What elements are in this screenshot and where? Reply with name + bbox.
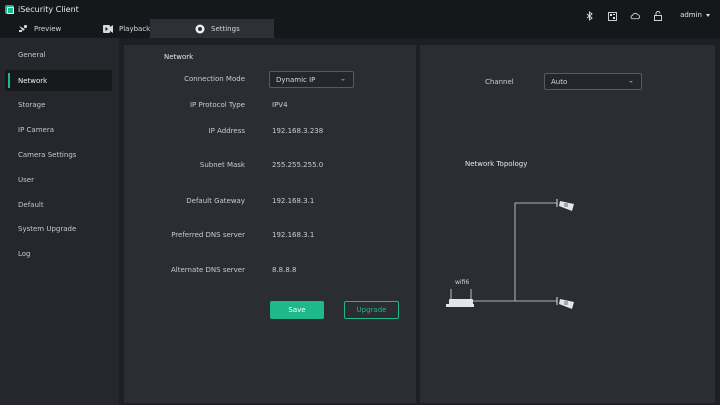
sidebar-item-general[interactable]: General	[5, 44, 112, 65]
alternate-dns-field[interactable]: 8.8.8.8	[272, 266, 297, 274]
camera-icon	[556, 199, 574, 211]
ip-address-label: IP Address	[208, 127, 245, 135]
topology-diagram	[446, 199, 574, 309]
subnet-mask-label: Subnet Mask	[199, 161, 245, 169]
gateway-field[interactable]: 192.168.3.1	[272, 197, 314, 205]
chevron-down-icon	[629, 81, 633, 83]
ip-protocol-label: IP Protocol Type	[189, 101, 245, 109]
qr-code-icon[interactable]	[607, 11, 617, 21]
upgrade-button[interactable]: Upgrade	[344, 301, 399, 319]
tab-preview[interactable]: Preview	[0, 19, 93, 38]
sidebar: General Network Storage IP Camera Camera…	[0, 38, 119, 405]
sidebar-item-label: Network	[18, 76, 48, 85]
sidebar-item-label: General	[18, 50, 46, 59]
sidebar-item-user[interactable]: User	[5, 169, 112, 190]
sidebar-item-label: User	[18, 175, 34, 184]
sidebar-item-label: Storage	[18, 100, 46, 109]
save-button[interactable]: Save	[270, 301, 324, 319]
sidebar-item-label: System Upgrade	[18, 224, 77, 233]
chevron-down-icon	[706, 13, 710, 17]
tab-playback-label: Playback	[119, 24, 151, 33]
sidebar-item-ip-camera[interactable]: IP Camera	[5, 119, 112, 140]
user-menu[interactable]: admin	[680, 11, 710, 19]
app-title: iSecurity Client	[5, 5, 79, 14]
sidebar-item-system-upgrade[interactable]: System Upgrade	[5, 218, 112, 239]
connection-mode-value: Dynamic IP	[276, 75, 316, 84]
main-tabs: Preview Playback Settings	[0, 19, 274, 38]
tab-settings-label: Settings	[211, 24, 240, 33]
camera-icon	[556, 297, 574, 309]
channel-select[interactable]: Auto	[544, 73, 642, 90]
bluetooth-icon[interactable]	[584, 11, 594, 21]
topology-title: Network Topology	[465, 160, 528, 168]
ip-protocol-value: IPV4	[272, 101, 288, 109]
gateway-label: Default Gateway	[186, 197, 245, 205]
lock-icon[interactable]	[653, 11, 663, 21]
connection-mode-label: Connection Mode	[184, 75, 245, 83]
sidebar-item-network[interactable]: Network	[5, 70, 112, 91]
topology-panel: Channel Auto Network Topology wifi6	[420, 45, 715, 403]
app-logo-icon	[5, 5, 14, 14]
connection-mode-select[interactable]: Dynamic IP	[269, 71, 354, 88]
sidebar-item-label: Camera Settings	[18, 150, 77, 159]
sidebar-item-storage[interactable]: Storage	[5, 94, 112, 115]
sidebar-item-label: Log	[18, 249, 31, 258]
sidebar-item-default[interactable]: Default	[5, 194, 112, 215]
router-icon	[446, 289, 474, 307]
alternate-dns-label: Alternate DNS server	[171, 266, 245, 274]
sidebar-item-log[interactable]: Log	[5, 243, 112, 264]
top-bar: iSecurity Client Preview Playback Settin…	[0, 0, 720, 38]
settings-icon	[195, 24, 205, 34]
preferred-dns-label: Preferred DNS server	[171, 231, 245, 239]
app-title-text: iSecurity Client	[18, 5, 79, 14]
channel-label: Channel	[485, 78, 514, 86]
tab-settings[interactable]: Settings	[150, 19, 274, 38]
preview-icon	[18, 24, 28, 33]
user-name: admin	[680, 11, 702, 19]
topology-lines	[471, 202, 557, 302]
section-title: Network	[164, 53, 194, 61]
tab-playback[interactable]: Playback	[93, 19, 150, 38]
sidebar-item-label: IP Camera	[18, 125, 54, 134]
network-settings-panel: Network Connection Mode Dynamic IP IP Pr…	[124, 45, 416, 403]
sidebar-item-label: Default	[18, 200, 44, 209]
router-label: wifi6	[455, 279, 470, 286]
cloud-icon[interactable]	[630, 11, 641, 21]
channel-value: Auto	[551, 77, 568, 86]
preferred-dns-field[interactable]: 192.168.3.1	[272, 231, 314, 239]
chevron-down-icon	[341, 79, 345, 81]
sidebar-item-camera-settings[interactable]: Camera Settings	[5, 144, 112, 165]
tab-preview-label: Preview	[34, 24, 62, 33]
topbar-actions: admin	[584, 0, 720, 38]
playback-icon	[103, 24, 113, 33]
subnet-mask-field[interactable]: 255.255.255.0	[272, 161, 323, 169]
ip-address-field[interactable]: 192.168.3.238	[272, 127, 323, 135]
